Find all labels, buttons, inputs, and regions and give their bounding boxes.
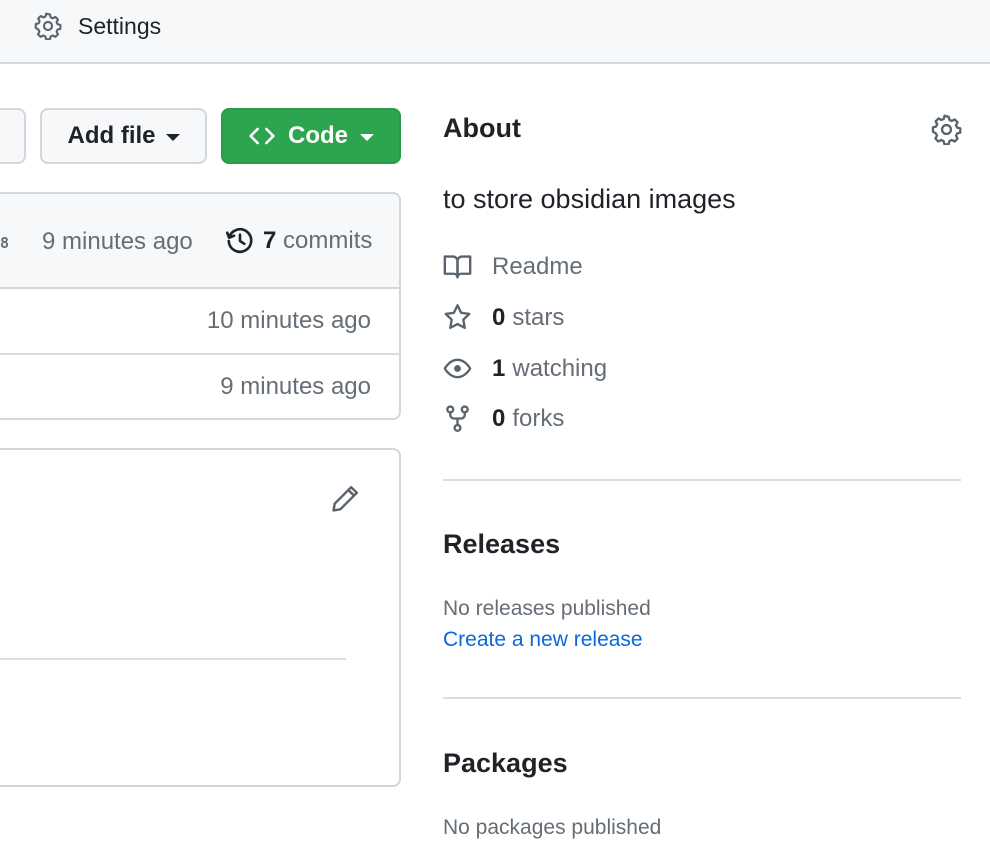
commits-count: 7 (263, 227, 277, 254)
packages-heading[interactable]: Packages (443, 748, 568, 779)
forks-label: forks (512, 404, 565, 432)
file-age: 10 minutes ago (206, 307, 371, 334)
readme-panel (0, 448, 401, 787)
file-age: 9 minutes ago (220, 373, 371, 400)
stars-link[interactable]: 0 stars (443, 303, 564, 332)
watching-label: watching (512, 354, 608, 382)
code-button[interactable]: Code (221, 108, 401, 164)
stars-label: stars (512, 303, 565, 331)
stars-count: 0 (492, 303, 506, 331)
gear-icon[interactable] (931, 114, 962, 145)
history-icon (225, 228, 253, 254)
forks-count: 0 (492, 404, 506, 432)
commit-time: 9 minutes ago (42, 228, 193, 255)
packages-empty-text: No packages published (443, 816, 662, 839)
add-file-button[interactable]: Add file (40, 108, 207, 164)
chevron-down-icon (360, 134, 374, 141)
repo-forked-icon (446, 405, 469, 433)
commit-sha[interactable]: 918 (0, 234, 9, 252)
tab-settings-label: Settings (78, 12, 162, 39)
create-release-link[interactable]: Create a new release (443, 628, 643, 652)
add-file-label: Add file (67, 122, 156, 149)
tab-settings[interactable]: Settings (34, 9, 161, 43)
table-row[interactable]: 9 minutes ago (0, 353, 399, 418)
section-divider (443, 479, 961, 481)
readme-label: Readme (492, 252, 583, 280)
book-icon (443, 255, 472, 279)
readme-divider (0, 658, 346, 660)
branch-button[interactable] (0, 108, 26, 164)
latest-commit-bar: 918 9 minutes ago 7 commits (0, 194, 399, 289)
gear-icon (34, 12, 62, 40)
chevron-down-icon (165, 134, 180, 141)
commits-link[interactable]: 7 commits (225, 226, 372, 256)
releases-heading[interactable]: Releases (443, 529, 560, 560)
section-divider (443, 697, 961, 699)
table-row[interactable]: 10 minutes ago (0, 289, 399, 353)
about-heading: About (443, 113, 521, 143)
code-label: Code (288, 122, 348, 149)
forks-link[interactable]: 0 forks (443, 404, 564, 433)
eye-icon (443, 358, 472, 379)
repo-nav-bar: Settings (0, 0, 990, 64)
watchers-link[interactable]: 1 watching (443, 354, 607, 383)
repo-description: to store obsidian images (443, 184, 736, 214)
releases-empty-text: No releases published (443, 597, 651, 620)
star-icon (444, 304, 471, 330)
commits-label: commits (283, 227, 373, 254)
file-list: 918 9 minutes ago 7 commits 10 minutes a… (0, 192, 401, 420)
watching-count: 1 (492, 354, 506, 382)
pencil-icon[interactable] (330, 484, 360, 514)
code-icon (249, 127, 275, 145)
readme-link[interactable]: Readme (443, 252, 583, 281)
